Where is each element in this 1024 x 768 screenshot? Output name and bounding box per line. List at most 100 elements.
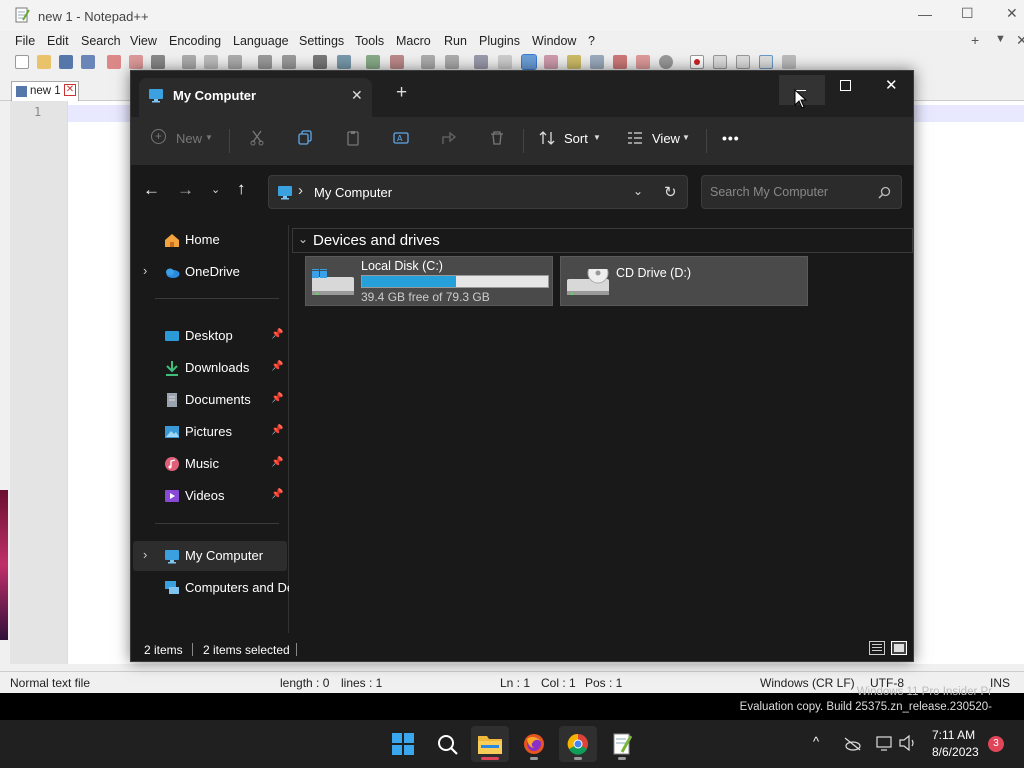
tool-sync-h-icon[interactable] [445,55,459,69]
tool-folder-icon[interactable] [636,55,650,69]
collapse-chevron-icon[interactable]: ⌄ [298,232,308,246]
close-window-icon[interactable]: ✕ [885,76,898,94]
expand-chevron-icon[interactable]: › [143,547,147,562]
tool-udl-icon[interactable] [544,55,558,69]
tool-saveall-icon[interactable] [81,55,95,69]
menu-view[interactable]: View [130,34,157,48]
tool-replace-icon[interactable] [337,55,351,69]
tool-allchars-icon[interactable] [498,55,512,69]
tool-zoomin-icon[interactable] [366,55,380,69]
tool-copy-icon[interactable] [204,55,218,69]
tool-record-icon[interactable] [690,55,704,69]
tool-sync-v-icon[interactable] [421,55,435,69]
sidebar-item-onedrive[interactable]: › OneDrive [131,257,289,287]
notepadpp-titlebar[interactable]: new 1 - Notepad++ — ☐ ✕ [0,0,1024,31]
menu-plugins[interactable]: Plugins [479,34,520,48]
notepadpp-minimize-icon[interactable]: — [918,6,932,22]
search-button[interactable] [428,726,466,762]
paste-icon[interactable] [345,130,361,146]
tool-save-icon[interactable] [59,55,73,69]
tool-monitor-icon[interactable] [659,55,673,69]
search-box[interactable]: Search My Computer [701,175,902,209]
drive-c-tile[interactable]: Local Disk (C:) 39.4 GB free of 79.3 GB [305,256,553,306]
tool-stop-icon[interactable] [713,55,727,69]
refresh-icon[interactable]: ↻ [664,183,677,201]
rename-icon[interactable]: A [393,130,409,146]
recent-locations-chevron-icon[interactable]: ⌄ [211,183,220,196]
tab-close-icon[interactable]: ✕ [64,84,76,96]
menu-language[interactable]: Language [233,34,289,48]
explorer-tab[interactable]: My Computer ✕ [139,78,372,117]
onedrive-offline-icon[interactable] [843,737,861,751]
pin-icon[interactable]: 📌 [271,393,283,404]
npp-close-doc-icon[interactable]: ✕ [1016,32,1024,49]
tool-docmap-icon[interactable] [567,55,581,69]
expand-chevron-icon[interactable]: › [143,263,147,278]
pin-icon[interactable]: 📌 [271,457,283,468]
tool-playmulti-icon[interactable] [759,55,773,69]
copy-icon[interactable] [297,130,313,146]
sidebar-item-pictures[interactable]: Pictures 📌 [131,417,289,447]
notification-badge[interactable]: 3 [988,736,1004,752]
maximize-icon[interactable] [840,80,851,91]
tool-zoomout-icon[interactable] [390,55,404,69]
network-monitor-icon[interactable] [875,735,893,751]
new-button[interactable]: New [176,131,202,146]
tool-find-icon[interactable] [313,55,327,69]
menu-macro[interactable]: Macro [396,34,431,48]
npp-dropdown-icon[interactable]: ▼ [995,33,1006,45]
clock-time[interactable]: 7:11 AM [932,728,975,742]
clock-date[interactable]: 8/6/2023 [932,745,979,759]
tool-new-icon[interactable] [15,55,29,69]
up-arrow-icon[interactable]: ↑ [237,179,246,199]
delete-icon[interactable] [489,130,505,146]
new-tab-icon[interactable]: + [396,83,407,102]
sidebar-item-downloads[interactable]: Downloads 📌 [131,353,289,383]
sidebar-item-documents[interactable]: Documents 📌 [131,385,289,415]
sidebar-item-mycomputer[interactable]: › My Computer [133,541,287,571]
npp-add-icon[interactable]: + [971,32,979,48]
menu-run[interactable]: Run [444,34,467,48]
tool-print-icon[interactable] [151,55,165,69]
taskbar-file-explorer[interactable] [471,726,509,762]
cut-icon[interactable] [249,130,265,146]
menu-file[interactable]: File [15,34,35,48]
pin-icon[interactable]: 📌 [271,489,283,500]
tab-close-icon[interactable]: ✕ [351,87,363,104]
tool-indent-guide-icon[interactable] [521,54,537,70]
tab-new1[interactable]: new 1 ✕ [11,81,79,101]
tool-cut-icon[interactable] [182,55,196,69]
tool-paste-icon[interactable] [228,55,242,69]
pin-icon[interactable]: 📌 [271,361,283,372]
tool-savemacro-icon[interactable] [782,55,796,69]
share-icon[interactable] [441,130,457,146]
tool-closeall-icon[interactable] [129,55,143,69]
search-icon[interactable] [878,186,891,199]
notepadpp-maximize-icon[interactable]: ☐ [961,5,974,22]
sidebar-item-desktop[interactable]: Desktop 📌 [131,321,289,351]
tool-wrap-icon[interactable] [474,55,488,69]
breadcrumb-mycomputer[interactable]: My Computer [314,185,392,200]
start-button[interactable] [384,726,422,762]
menu-edit[interactable]: Edit [47,34,69,48]
back-arrow-icon[interactable]: ← [143,180,160,200]
view-button[interactable]: View [652,131,680,146]
sidebar-item-network[interactable]: Computers and Devices [131,573,289,603]
menu-encoding[interactable]: Encoding [169,34,221,48]
sidebar-item-home[interactable]: Home [131,225,289,255]
taskbar-notepadpp[interactable] [603,726,641,762]
show-hidden-icons-chevron[interactable]: ^ [813,734,819,749]
tool-play-icon[interactable] [736,55,750,69]
details-view-icon[interactable] [869,641,885,655]
sidebar-item-videos[interactable]: Videos 📌 [131,481,289,511]
notepadpp-close-icon[interactable]: ✕ [1006,5,1018,22]
menu-help[interactable]: ? [588,34,595,48]
tool-undo-icon[interactable] [258,55,272,69]
tool-doclist-icon[interactable] [590,55,604,69]
menu-window[interactable]: Window [532,34,576,48]
address-bar[interactable]: › My Computer ⌄ ↻ [268,175,688,209]
group-header-devices[interactable]: ⌄ Devices and drives [292,228,913,253]
drive-d-tile[interactable]: CD Drive (D:) [560,256,808,306]
menu-search[interactable]: Search [81,34,121,48]
tool-open-icon[interactable] [37,55,51,69]
